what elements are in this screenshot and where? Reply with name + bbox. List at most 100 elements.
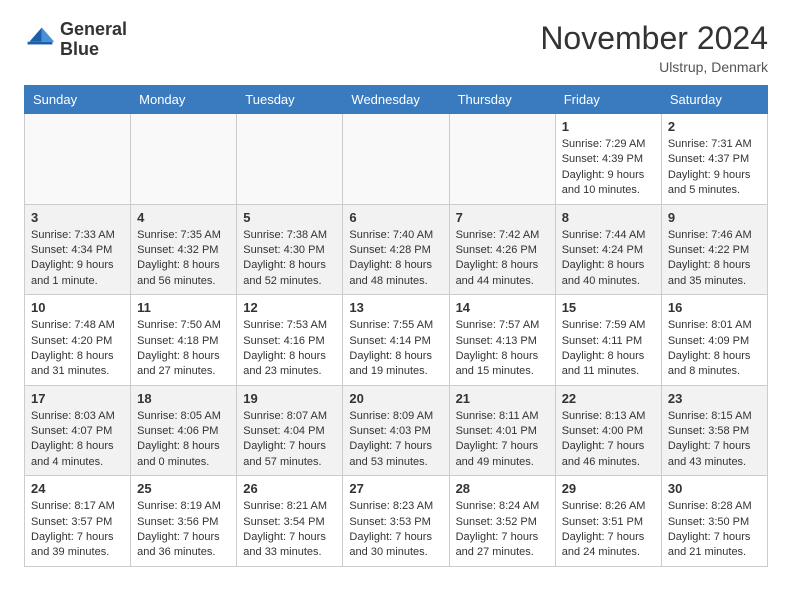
day-info: Sunrise: 8:17 AM Sunset: 3:57 PM Dayligh… (31, 499, 124, 561)
weekday-header: Sunday (25, 86, 131, 114)
logo-line2: Blue (60, 40, 127, 60)
calendar-cell: 8 Sunrise: 7:44 AM Sunset: 4:24 PM Daylig… (555, 204, 661, 295)
day-info: Sunrise: 7:33 AM Sunset: 4:34 PM Dayligh… (31, 228, 124, 290)
calendar-cell: 17Sunrise: 8:03 AM Sunset: 4:07 PM Dayli… (25, 385, 131, 476)
day-info: Sunrise: 7:35 AM Sunset: 4:32 PM Dayligh… (137, 228, 230, 290)
day-number: 7 (456, 210, 549, 225)
calendar-cell: 13 Sunrise: 7:55 AM Sunset: 4:14 PM Dayli… (343, 295, 449, 386)
day-number: 18 (137, 391, 230, 406)
day-number: 20 (349, 391, 442, 406)
day-info: Sunrise: 8:07 AM Sunset: 4:04 PM Dayligh… (243, 409, 336, 471)
day-number: 19 (243, 391, 336, 406)
header: General Blue November 2024 Ulstrup, Denm… (24, 20, 768, 75)
month-title: November 2024 (540, 20, 768, 57)
day-info: Sunrise: 7:31 AM Sunset: 4:37 PM Dayligh… (668, 137, 761, 199)
calendar-cell: 24Sunrise: 8:17 AM Sunset: 3:57 PM Dayli… (25, 476, 131, 567)
day-number: 23 (668, 391, 761, 406)
calendar-cell: 27 Sunrise: 8:23 AM Sunset: 3:53 PM Dayli… (343, 476, 449, 567)
day-number: 13 (349, 300, 442, 315)
calendar-cell: 2 Sunrise: 7:31 AM Sunset: 4:37 PM Daylig… (661, 114, 767, 205)
day-number: 9 (668, 210, 761, 225)
calendar-cell (343, 114, 449, 205)
calendar-cell: 14 Sunrise: 7:57 AM Sunset: 4:13 PM Dayli… (449, 295, 555, 386)
day-number: 8 (562, 210, 655, 225)
calendar-cell: 11 Sunrise: 7:50 AM Sunset: 4:18 PM Dayli… (131, 295, 237, 386)
calendar-week-row: 3 Sunrise: 7:33 AM Sunset: 4:34 PM Daylig… (25, 204, 768, 295)
day-info: Sunrise: 7:50 AM Sunset: 4:18 PM Dayligh… (137, 318, 230, 380)
day-number: 5 (243, 210, 336, 225)
day-number: 10 (31, 300, 124, 315)
weekday-header: Saturday (661, 86, 767, 114)
day-info: Sunrise: 7:40 AM Sunset: 4:28 PM Dayligh… (349, 228, 442, 290)
day-number: 29 (562, 481, 655, 496)
calendar-cell: 16 Sunrise: 8:01 AM Sunset: 4:09 PM Dayli… (661, 295, 767, 386)
day-info: Sunrise: 8:28 AM Sunset: 3:50 PM Dayligh… (668, 499, 761, 561)
day-info: Sunrise: 7:59 AM Sunset: 4:11 PM Dayligh… (562, 318, 655, 380)
day-number: 2 (668, 119, 761, 134)
day-info: Sunrise: 7:46 AM Sunset: 4:22 PM Dayligh… (668, 228, 761, 290)
day-info: Sunrise: 7:48 AM Sunset: 4:20 PM Dayligh… (31, 318, 124, 380)
weekday-header: Thursday (449, 86, 555, 114)
day-number: 25 (137, 481, 230, 496)
day-info: Sunrise: 8:13 AM Sunset: 4:00 PM Dayligh… (562, 409, 655, 471)
day-info: Sunrise: 8:05 AM Sunset: 4:06 PM Dayligh… (137, 409, 230, 471)
logo-text: General Blue (60, 20, 127, 60)
calendar-cell (25, 114, 131, 205)
weekday-header: Tuesday (237, 86, 343, 114)
calendar-cell: 18 Sunrise: 8:05 AM Sunset: 4:06 PM Dayli… (131, 385, 237, 476)
calendar-header: SundayMondayTuesdayWednesdayThursdayFrid… (25, 86, 768, 114)
day-info: Sunrise: 7:29 AM Sunset: 4:39 PM Dayligh… (562, 137, 655, 199)
calendar-cell: 22 Sunrise: 8:13 AM Sunset: 4:00 PM Dayli… (555, 385, 661, 476)
day-info: Sunrise: 7:55 AM Sunset: 4:14 PM Dayligh… (349, 318, 442, 380)
calendar-cell: 21 Sunrise: 8:11 AM Sunset: 4:01 PM Dayli… (449, 385, 555, 476)
day-number: 16 (668, 300, 761, 315)
calendar-cell: 26 Sunrise: 8:21 AM Sunset: 3:54 PM Dayli… (237, 476, 343, 567)
weekday-header: Wednesday (343, 86, 449, 114)
calendar: SundayMondayTuesdayWednesdayThursdayFrid… (24, 85, 768, 567)
calendar-cell: 20 Sunrise: 8:09 AM Sunset: 4:03 PM Dayli… (343, 385, 449, 476)
day-number: 11 (137, 300, 230, 315)
day-number: 21 (456, 391, 549, 406)
day-number: 26 (243, 481, 336, 496)
day-info: Sunrise: 8:21 AM Sunset: 3:54 PM Dayligh… (243, 499, 336, 561)
calendar-cell (449, 114, 555, 205)
day-info: Sunrise: 8:11 AM Sunset: 4:01 PM Dayligh… (456, 409, 549, 471)
weekday-header: Monday (131, 86, 237, 114)
calendar-cell: 23Sunrise: 8:15 AM Sunset: 3:58 PM Dayli… (661, 385, 767, 476)
calendar-cell: 12Sunrise: 7:53 AM Sunset: 4:16 PM Dayli… (237, 295, 343, 386)
day-info: Sunrise: 8:19 AM Sunset: 3:56 PM Dayligh… (137, 499, 230, 561)
day-number: 22 (562, 391, 655, 406)
calendar-cell (131, 114, 237, 205)
calendar-cell: 1 Sunrise: 7:29 AM Sunset: 4:39 PM Daylig… (555, 114, 661, 205)
day-number: 3 (31, 210, 124, 225)
day-number: 14 (456, 300, 549, 315)
calendar-cell: 9 Sunrise: 7:46 AM Sunset: 4:22 PM Daylig… (661, 204, 767, 295)
calendar-cell: 30Sunrise: 8:28 AM Sunset: 3:50 PM Dayli… (661, 476, 767, 567)
calendar-week-row: 24Sunrise: 8:17 AM Sunset: 3:57 PM Dayli… (25, 476, 768, 567)
calendar-body: 1 Sunrise: 7:29 AM Sunset: 4:39 PM Daylig… (25, 114, 768, 567)
day-number: 15 (562, 300, 655, 315)
calendar-cell: 5Sunrise: 7:38 AM Sunset: 4:30 PM Daylig… (237, 204, 343, 295)
calendar-week-row: 10 Sunrise: 7:48 AM Sunset: 4:20 PM Dayli… (25, 295, 768, 386)
calendar-cell: 6Sunrise: 7:40 AM Sunset: 4:28 PM Daylig… (343, 204, 449, 295)
day-info: Sunrise: 8:03 AM Sunset: 4:07 PM Dayligh… (31, 409, 124, 471)
day-info: Sunrise: 8:23 AM Sunset: 3:53 PM Dayligh… (349, 499, 442, 561)
page: General Blue November 2024 Ulstrup, Denm… (0, 0, 792, 587)
day-number: 4 (137, 210, 230, 225)
weekday-header: Friday (555, 86, 661, 114)
day-number: 27 (349, 481, 442, 496)
day-info: Sunrise: 7:57 AM Sunset: 4:13 PM Dayligh… (456, 318, 549, 380)
calendar-cell (237, 114, 343, 205)
location: Ulstrup, Denmark (540, 59, 768, 75)
day-number: 28 (456, 481, 549, 496)
day-info: Sunrise: 8:09 AM Sunset: 4:03 PM Dayligh… (349, 409, 442, 471)
calendar-week-row: 17Sunrise: 8:03 AM Sunset: 4:07 PM Dayli… (25, 385, 768, 476)
day-number: 1 (562, 119, 655, 134)
logo-line1: General (60, 20, 127, 40)
day-info: Sunrise: 8:01 AM Sunset: 4:09 PM Dayligh… (668, 318, 761, 380)
day-info: Sunrise: 7:53 AM Sunset: 4:16 PM Dayligh… (243, 318, 336, 380)
logo-icon (24, 24, 56, 56)
day-info: Sunrise: 7:44 AM Sunset: 4:24 PM Dayligh… (562, 228, 655, 290)
calendar-cell: 3 Sunrise: 7:33 AM Sunset: 4:34 PM Daylig… (25, 204, 131, 295)
calendar-week-row: 1 Sunrise: 7:29 AM Sunset: 4:39 PM Daylig… (25, 114, 768, 205)
